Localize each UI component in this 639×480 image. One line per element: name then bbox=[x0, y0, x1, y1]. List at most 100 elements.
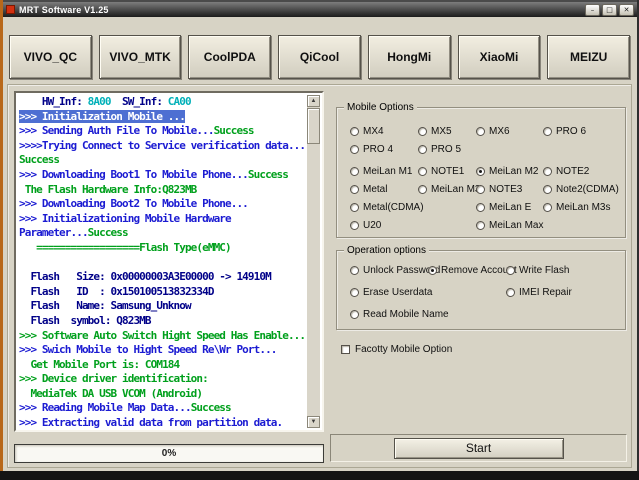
radio-note3[interactable]: NOTE3 bbox=[476, 184, 543, 195]
minimize-button[interactable]: – bbox=[585, 4, 600, 16]
radio-icon[interactable] bbox=[543, 185, 552, 194]
mobile-option-row: MetalMeiLan M3NOTE3Note2(CDMA) bbox=[337, 180, 625, 198]
radio-icon[interactable] bbox=[476, 167, 485, 176]
radio-meilan-m3s[interactable]: MeiLan M3s bbox=[543, 202, 625, 213]
radio-note2[interactable]: NOTE2 bbox=[543, 166, 625, 177]
radio-note1[interactable]: NOTE1 bbox=[418, 166, 476, 177]
radio-icon[interactable] bbox=[350, 288, 359, 297]
radio-icon[interactable] bbox=[476, 127, 485, 136]
radio-remove-account[interactable]: Remove Account bbox=[428, 265, 506, 276]
radio-icon[interactable] bbox=[350, 145, 359, 154]
scrollbar-thumb[interactable] bbox=[307, 108, 320, 144]
radio-label: IMEI Repair bbox=[519, 287, 572, 298]
radio-label: MX4 bbox=[363, 126, 384, 137]
progress-bar: 0% bbox=[14, 444, 324, 463]
radio-imei-repair[interactable]: IMEI Repair bbox=[506, 287, 625, 298]
radio-unlock-password[interactable]: Unlock Password bbox=[350, 265, 428, 276]
mobile-options-group: Mobile Options MX4MX5MX6PRO 6PRO 4PRO 5M… bbox=[336, 107, 626, 238]
radio-meilan-m2[interactable]: MeiLan M2 bbox=[476, 166, 543, 177]
maximize-button[interactable]: □ bbox=[602, 4, 617, 16]
radio-label: Read Mobile Name bbox=[363, 309, 449, 320]
radio-write-flash[interactable]: Write Flash bbox=[506, 265, 625, 276]
tab-meizu[interactable]: MEIZU bbox=[547, 35, 630, 79]
radio-label: U20 bbox=[363, 220, 381, 231]
app-window: MRT Software V1.25 – □ ✕ VIVO_QCVIVO_MTK… bbox=[0, 0, 639, 480]
mobile-option-row: PRO 4 PRO 5 bbox=[337, 140, 625, 158]
window-border-left bbox=[0, 0, 3, 480]
factory-mobile-option-checkbox[interactable]: Facotty Mobile Option bbox=[341, 344, 452, 355]
log-line: >>> Downloading Boot2 To Mobile Phone... bbox=[19, 197, 306, 212]
radio-label: MX5 bbox=[431, 126, 452, 137]
tab-xiaomi[interactable]: XiaoMi bbox=[458, 35, 541, 79]
radio-meilan-m3[interactable]: MeiLan M3 bbox=[418, 184, 476, 195]
radio-icon[interactable] bbox=[350, 127, 359, 136]
radio-mx5[interactable]: MX5 bbox=[418, 126, 476, 137]
close-button[interactable]: ✕ bbox=[619, 4, 634, 16]
mobile-option-row: U20 MeiLan Max bbox=[337, 216, 625, 234]
operation-option-row: Erase Userdata IMEI Repair bbox=[337, 281, 625, 303]
checkbox-icon[interactable] bbox=[341, 345, 350, 354]
radio-pro-4[interactable]: PRO 4 bbox=[350, 144, 418, 155]
radio-icon[interactable] bbox=[350, 185, 359, 194]
radio-icon[interactable] bbox=[418, 167, 427, 176]
radio-icon[interactable] bbox=[543, 167, 552, 176]
log-line: >>> Software Auto Switch Hight Speed Has… bbox=[19, 329, 306, 344]
scroll-down-icon[interactable]: ▼ bbox=[307, 416, 320, 428]
radio-icon[interactable] bbox=[350, 167, 359, 176]
tab-vivo-mtk[interactable]: VIVO_MTK bbox=[99, 35, 182, 79]
radio-icon[interactable] bbox=[350, 266, 359, 275]
scroll-up-icon[interactable]: ▲ bbox=[307, 95, 320, 107]
radio-label: Write Flash bbox=[519, 265, 569, 276]
progress-label: 0% bbox=[162, 448, 176, 459]
radio-icon[interactable] bbox=[476, 185, 485, 194]
radio-meilan-e[interactable]: MeiLan E bbox=[476, 202, 543, 213]
radio-icon[interactable] bbox=[476, 221, 485, 230]
tab-coolpda[interactable]: CoolPDA bbox=[188, 35, 271, 79]
title-bar[interactable]: MRT Software V1.25 – □ ✕ bbox=[3, 2, 637, 17]
radio-note2-cdma[interactable]: Note2(CDMA) bbox=[543, 184, 625, 195]
tab-qicool[interactable]: QiCool bbox=[278, 35, 361, 79]
window-title: MRT Software V1.25 bbox=[19, 5, 109, 15]
radio-icon[interactable] bbox=[476, 203, 485, 212]
radio-icon[interactable] bbox=[350, 221, 359, 230]
radio-label: MeiLan Max bbox=[489, 220, 543, 231]
radio-icon[interactable] bbox=[428, 266, 437, 275]
tab-vivo-qc[interactable]: VIVO_QC bbox=[9, 35, 92, 79]
radio-erase-userdata[interactable]: Erase Userdata bbox=[350, 287, 428, 298]
tab-bar: VIVO_QCVIVO_MTKCoolPDAQiCoolHongMiXiaoMi… bbox=[9, 35, 630, 79]
start-panel: Start bbox=[330, 434, 627, 462]
radio-icon[interactable] bbox=[543, 127, 552, 136]
radio-mx6[interactable]: MX6 bbox=[476, 126, 543, 137]
radio-icon[interactable] bbox=[418, 127, 427, 136]
radio-read-mobile-name[interactable]: Read Mobile Name bbox=[350, 309, 428, 320]
radio-icon[interactable] bbox=[418, 145, 427, 154]
start-button[interactable]: Start bbox=[394, 438, 564, 459]
window-controls: – □ ✕ bbox=[585, 4, 637, 16]
radio-label: PRO 5 bbox=[431, 144, 461, 155]
mobile-option-row: MX4 MX5 MX6PRO 6 bbox=[337, 122, 625, 140]
radio-icon[interactable] bbox=[350, 203, 359, 212]
radio-icon[interactable] bbox=[350, 310, 359, 319]
radio-icon[interactable] bbox=[543, 203, 552, 212]
radio-label: NOTE2 bbox=[556, 166, 589, 177]
radio-metal[interactable]: Metal bbox=[350, 184, 418, 195]
radio-icon[interactable] bbox=[506, 288, 515, 297]
radio-metal-cdma[interactable]: Metal(CDMA) bbox=[350, 202, 418, 213]
log-line: >>> Initialization Mobile ... bbox=[19, 110, 306, 125]
radio-pro-5[interactable]: PRO 5 bbox=[418, 144, 476, 155]
mobile-options-title: Mobile Options bbox=[344, 102, 417, 113]
tab-hongmi[interactable]: HongMi bbox=[368, 35, 451, 79]
radio-icon[interactable] bbox=[506, 266, 515, 275]
radio-u20[interactable]: U20 bbox=[350, 220, 418, 231]
operation-options-title: Operation options bbox=[344, 245, 429, 256]
log-line: The Flash Hardware Info:Q823MB bbox=[19, 183, 306, 198]
operation-options-grid: Unlock PasswordRemove Account Write Flash… bbox=[337, 251, 625, 325]
radio-meilan-m1[interactable]: MeiLan M1 bbox=[350, 166, 418, 177]
radio-meilan-max[interactable]: MeiLan Max bbox=[476, 220, 543, 231]
log-scrollbar[interactable]: ▲ ▼ bbox=[307, 95, 320, 428]
log-output[interactable]: HW_Inf: 8A00 SW_Inf: CA00>>> Initializat… bbox=[19, 95, 306, 428]
radio-pro-6[interactable]: PRO 6 bbox=[543, 126, 625, 137]
radio-mx4[interactable]: MX4 bbox=[350, 126, 418, 137]
radio-icon[interactable] bbox=[418, 185, 427, 194]
radio-label: MeiLan E bbox=[489, 202, 531, 213]
